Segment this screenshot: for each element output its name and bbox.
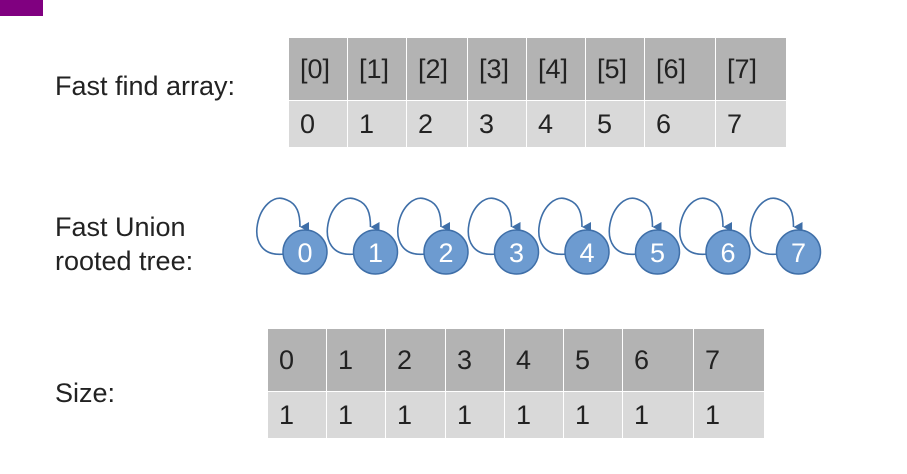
size-value-1: 1 [327, 392, 385, 438]
tree-node-label-7: 7 [791, 238, 806, 268]
size-value-3: 1 [446, 392, 504, 438]
size-value-7: 1 [694, 392, 764, 438]
size-index-3: 3 [446, 329, 504, 391]
size-index-5: 5 [564, 329, 622, 391]
size-index-0: 0 [268, 329, 326, 391]
size-value-0: 1 [268, 392, 326, 438]
tree-node-label-0: 0 [297, 238, 312, 268]
size-index-2: 2 [386, 329, 445, 391]
size-value-2: 1 [386, 392, 445, 438]
tree-node-label-4: 4 [579, 238, 594, 268]
size-index-7: 7 [694, 329, 764, 391]
tree-node-label-5: 5 [650, 238, 665, 268]
tree-node-label-3: 3 [509, 238, 524, 268]
size-index-4: 4 [505, 329, 563, 391]
size-array: 0 1 2 3 4 5 6 7 1 1 1 1 1 1 1 1 [268, 329, 764, 438]
size-value-5: 1 [564, 392, 622, 438]
size-value-6: 1 [623, 392, 693, 438]
size-label: Size: [55, 378, 116, 408]
tree-node-label-2: 2 [438, 238, 453, 268]
tree-node-label-1: 1 [368, 238, 383, 268]
size-index-1: 1 [327, 329, 385, 391]
size-value-4: 1 [505, 392, 563, 438]
size-index-6: 6 [623, 329, 693, 391]
tree-node-label-6: 6 [720, 238, 735, 268]
